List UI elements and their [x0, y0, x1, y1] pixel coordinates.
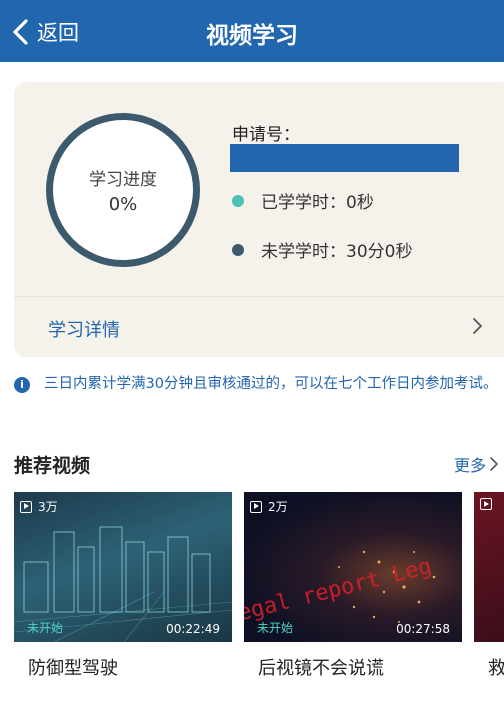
video-card-thumbnail[interactable]: egal report Leg 2万 未开始 00:27:58 [244, 492, 462, 642]
progress-label: 学习进度 [89, 170, 157, 190]
video-duration: 00:22:49 [166, 622, 220, 636]
application-number-redacted [230, 144, 459, 172]
unlearned-time-text: 未学学时：30分0秒 [261, 242, 413, 262]
play-icon [20, 500, 32, 513]
unlearned-dot-icon [232, 243, 244, 256]
divider [14, 296, 504, 297]
view-count [480, 498, 498, 510]
info-icon: i [14, 377, 30, 393]
view-count: 3万 [20, 498, 58, 515]
progress-value: 0% [108, 194, 138, 215]
video-card-thumbnail[interactable]: 3万 未开始 00:22:49 [14, 492, 232, 642]
section-title: 推荐视频 [14, 455, 91, 477]
more-button[interactable]: 更多 [454, 452, 500, 476]
notice-text: 三日内累计学满30分钟且审核通过的，可以在七个工作日内参加考试。 [44, 376, 498, 392]
learned-time-text: 已学学时：0秒 [261, 193, 374, 213]
progress-card: 学习进度 0% 申请号： 已学学时：0秒 未学学时：30分0秒 学习详情 [14, 82, 504, 357]
view-count-text: 2万 [268, 500, 288, 514]
video-duration: 00:27:58 [396, 622, 450, 636]
more-label: 更多 [454, 456, 487, 475]
chevron-right-icon[interactable] [470, 316, 484, 336]
play-icon [250, 500, 262, 513]
video-title[interactable]: 后视镜不会说谎 [258, 654, 384, 680]
play-icon [480, 498, 492, 510]
nav-bar: 返回 视频学习 [0, 0, 504, 62]
study-detail-link[interactable]: 学习详情 [48, 316, 120, 342]
view-count-text: 3万 [38, 500, 58, 514]
learned-dot-icon [232, 194, 244, 207]
video-status: 未开始 [257, 621, 294, 635]
video-title[interactable]: 防御型驾驶 [28, 654, 118, 680]
overlay-text: egal report Leg [244, 554, 434, 626]
video-card-thumbnail[interactable] [474, 492, 504, 642]
view-count: 2万 [250, 498, 288, 515]
page-title: 视频学习 [206, 23, 298, 49]
chevron-right-icon [490, 457, 498, 471]
application-number-label: 申请号： [232, 125, 300, 145]
video-title[interactable]: 救 [488, 654, 504, 680]
learned-time: 已学学时：0秒 [232, 188, 374, 213]
progress-ring: 学习进度 0% [46, 113, 200, 267]
video-status: 未开始 [27, 621, 64, 635]
unlearned-time: 未学学时：30分0秒 [232, 237, 412, 262]
